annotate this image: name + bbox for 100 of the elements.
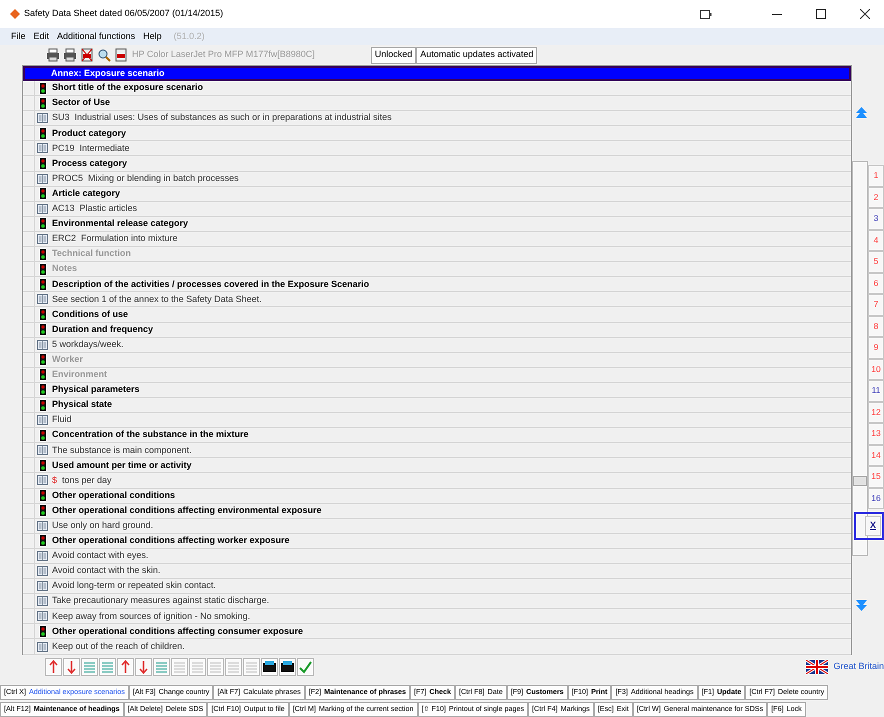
book-icon (37, 550, 48, 561)
phrase-text: Mixing or blending in batch processes (88, 172, 239, 185)
phrase-text: See section 1 of the annex to the Safety Data Sheet. (52, 292, 262, 306)
heading-text: Article category (52, 186, 120, 200)
traffic-light-icon (40, 384, 46, 396)
heading-text: Physical parameters (52, 383, 140, 396)
traffic-light-icon (40, 278, 46, 290)
maximize-icon[interactable] (816, 9, 826, 19)
heading-text: Technical function (52, 247, 131, 260)
book-icon (37, 234, 48, 244)
book-icon (37, 581, 48, 592)
traffic-light-icon (40, 324, 46, 336)
phrase-text: Avoid long-term or repeated skin contact. (52, 579, 216, 592)
scroll-up-icon[interactable] (856, 107, 867, 118)
printer-icon[interactable] (46, 48, 60, 62)
scrollbar[interactable] (852, 161, 868, 556)
heading-text: Other operational conditions affecting environmental exposure (52, 504, 322, 517)
phrase-text: Fluid (52, 413, 72, 426)
toolbar-button[interactable]: Unlocked (370, 46, 416, 64)
traffic-light-icon (40, 128, 46, 139)
heading-text: Other operational conditions (52, 488, 176, 502)
app-logo-icon (10, 9, 20, 19)
phrase-text: Industrial uses: Uses of substances as such or in preparations at industrial sites (74, 111, 392, 124)
heading-text: Duration and frequency (52, 322, 154, 336)
menu-item[interactable]: Help (143, 30, 162, 44)
book-icon (37, 113, 48, 124)
heading-text: Conditions of use (52, 308, 128, 321)
phrase-text: tons per day (62, 474, 112, 487)
close-icon[interactable] (860, 9, 870, 19)
magnifier-icon[interactable] (97, 48, 111, 62)
section-tab[interactable]: 3 (874, 212, 878, 226)
phrase-code: $ (52, 474, 58, 487)
traffic-light-icon (40, 505, 46, 516)
heading-text: Physical state (52, 398, 112, 412)
phrase-text: 5 workdays/week. (52, 338, 124, 351)
traffic-light-icon (40, 308, 46, 320)
book-icon (37, 520, 48, 531)
heading-text: Other operational conditions affecting consumer exposure (52, 624, 304, 638)
phrase-code: PC19 (52, 142, 75, 155)
traffic-light-icon (40, 158, 46, 170)
traffic-light-icon (40, 188, 46, 200)
heading-text: Environmental release category (52, 217, 188, 230)
heading-text: Description of the activities / processes covered in the Exposure Scenario (52, 278, 370, 291)
heading-text: Product category (52, 126, 126, 140)
flag-icon[interactable] (806, 660, 828, 674)
toolbar-button[interactable]: Automatic updates activated (416, 46, 538, 64)
traffic-light-icon (40, 460, 46, 471)
book-icon (37, 445, 48, 456)
heading-text: Used amount per time or activity (52, 458, 192, 472)
phrase-text: Use only on hard ground. (52, 519, 154, 532)
menu-item[interactable]: Additional functions (57, 30, 136, 44)
book-icon (37, 204, 48, 214)
heading-text: Short title of the exposure scenario (52, 81, 204, 94)
book-icon (37, 415, 48, 426)
traffic-light-icon (40, 98, 46, 109)
traffic-light-icon (40, 218, 46, 230)
country-link[interactable]: Great Britain (833, 660, 884, 674)
phrase-text: Plastic articles (80, 202, 138, 216)
scroll-down-icon[interactable] (856, 600, 867, 611)
phrase-code: PROC5 (52, 172, 84, 185)
traffic-light-icon (40, 369, 46, 380)
book-icon (37, 294, 48, 304)
traffic-light-icon (40, 400, 46, 411)
heading-text: Concentration of the substance in the mixture (52, 428, 249, 442)
heading-text: Other operational conditions affecting worker exposure (52, 534, 290, 548)
phrase-text: Avoid contact with eyes. (52, 549, 148, 562)
phrase-text: The substance is main component. (52, 444, 192, 457)
book-icon (37, 566, 48, 576)
heading-text: Sector of Use (52, 96, 110, 110)
book-icon (37, 340, 48, 350)
phrase-text: Formulation into mixture (81, 232, 178, 246)
book-icon (37, 642, 48, 652)
traffic-light-icon (40, 626, 46, 637)
traffic-light-icon (40, 82, 46, 94)
traffic-light-icon (40, 354, 46, 366)
phrase-text: Avoid contact with the skin. (52, 564, 160, 578)
traffic-light-icon (40, 535, 46, 546)
phrase-code: AC13 (52, 202, 75, 216)
heading-text: Process category (52, 156, 128, 170)
close-tab[interactable]: X (865, 516, 881, 536)
scroll-thumb[interactable] (853, 476, 867, 486)
menu-item[interactable]: File (11, 30, 26, 44)
traffic-light-icon (40, 264, 46, 275)
heading-text: Worker (52, 352, 83, 366)
traffic-light-icon (40, 490, 46, 502)
version-label: (51.0.2) (174, 30, 205, 43)
traffic-light-icon (40, 248, 46, 260)
book-icon (37, 143, 48, 154)
phrase-text: Intermediate (80, 142, 130, 155)
phrase-code: ERC2 (52, 232, 76, 246)
window-title: Safety Data Sheet dated 06/05/2007 (01/14/2015) (24, 7, 224, 20)
checkmark-icon[interactable] (297, 658, 314, 676)
tablet-mode-icon[interactable] (700, 10, 712, 18)
printer-name: HP Color LaserJet Pro MFP M177fw[B8980C] (132, 48, 315, 62)
phrase-text: Keep out of the reach of children. (52, 640, 185, 653)
phrase-code: SU3 (52, 111, 70, 124)
menu-item[interactable]: Edit (34, 30, 50, 44)
heading-text: Environment (52, 368, 108, 382)
phrase-text: Take precautionary measures against static discharge. (52, 594, 270, 608)
printer-icon[interactable] (63, 48, 77, 62)
